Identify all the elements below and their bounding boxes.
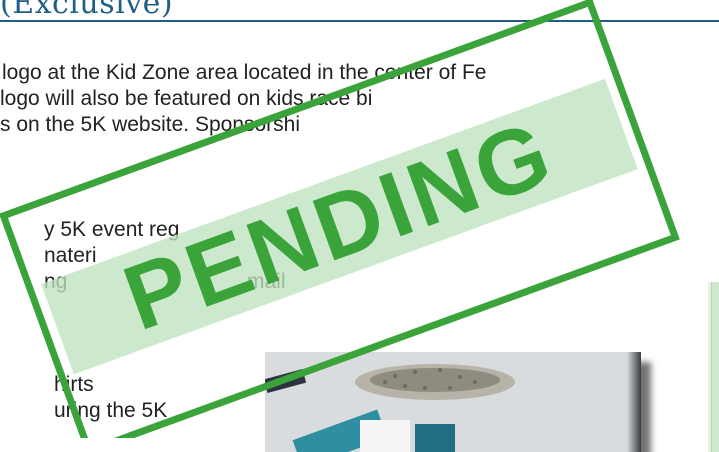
description-line: s on the 5K website. Sponsorshi [0, 113, 301, 136]
description-line: logo at the Kid Zone area located in the… [2, 61, 487, 84]
benefits-list: y 5K event reg nateri ng mail [0, 217, 286, 295]
benefit-item: nateri [44, 244, 97, 267]
benefit-item: ng [44, 270, 68, 293]
description-line: logo will also be featured on kids race … [0, 87, 373, 110]
race-photo-image [265, 352, 641, 452]
benefit-item: hirts [54, 373, 94, 396]
benefit-item: uring the 5K [54, 399, 168, 422]
sponsorship-description: logo at the Kid Zone area located in the… [0, 60, 719, 138]
benefits-list-continued: hirts uring the 5K [0, 372, 167, 424]
side-panel-edge [711, 282, 719, 452]
race-photo [265, 352, 641, 452]
benefit-item-tail: mail [247, 270, 286, 293]
stamp-label: PENDING [112, 101, 567, 350]
benefit-item: y 5K event reg [44, 218, 180, 241]
section-heading: (Exclusive) [0, 0, 174, 21]
heading-underline [0, 20, 719, 22]
